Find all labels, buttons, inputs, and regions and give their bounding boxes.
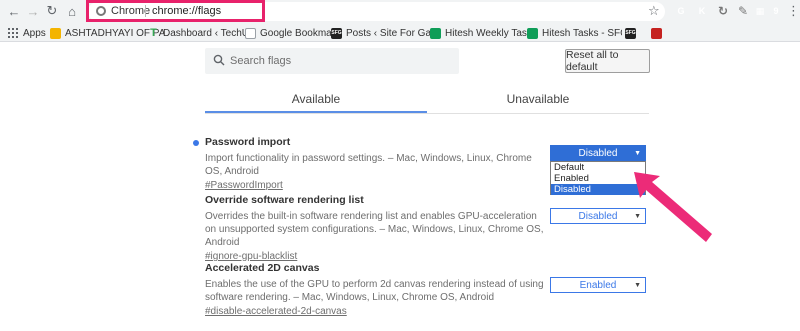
- search-icon: [213, 54, 225, 66]
- tab-unavailable[interactable]: Unavailable: [427, 85, 649, 112]
- sfg-icon: SFG: [331, 27, 342, 39]
- flag-select-password-import[interactable]: Disabled ▼: [550, 145, 646, 161]
- flag-accelerated-2d-canvas: Accelerated 2D canvas Enables the use of…: [205, 262, 545, 318]
- tab-available[interactable]: Available: [205, 85, 427, 112]
- sync-extension-icon[interactable]: ↻: [716, 4, 730, 18]
- flag-link[interactable]: #disable-accelerated-2d-canvas: [205, 305, 545, 318]
- search-placeholder: Search flags: [230, 55, 292, 67]
- select-value: Enabled: [579, 279, 617, 291]
- pen-extension-icon[interactable]: ✎: [736, 4, 750, 18]
- nine-extension-icon[interactable]: 9: [769, 4, 783, 18]
- sheet-icon: [430, 27, 441, 39]
- bookmark-google[interactable]: Google Bookmark: [245, 26, 345, 40]
- t-icon: T: [150, 27, 157, 39]
- bookmark-label: Hitesh Tasks - SFG -: [542, 27, 622, 39]
- bookmark-label: Dashboard ‹ TechUnt: [163, 27, 248, 39]
- dropdown-caret-icon: ▼: [634, 281, 641, 289]
- flag-title: Accelerated 2D canvas: [205, 262, 320, 274]
- reload-icon[interactable]: ↻: [44, 3, 60, 19]
- dropdown-caret-icon: ▼: [634, 149, 641, 157]
- flag-description: Enables the use of the GPU to perform 2d…: [205, 279, 544, 303]
- k-extension-icon[interactable]: K: [695, 4, 709, 18]
- doc-icon: [245, 27, 256, 39]
- modified-indicator: [193, 140, 199, 146]
- sheet-icon: [527, 27, 538, 39]
- pointer-arrow-icon: [634, 172, 712, 242]
- flag-override-software-rendering: Override software rendering list Overrid…: [205, 194, 545, 263]
- bookmark-qr[interactable]: [651, 26, 666, 40]
- flag-title: Override software rendering list: [205, 194, 364, 206]
- bookmark-apps[interactable]: Apps: [8, 26, 46, 40]
- menu-dots-icon[interactable]: ⋮: [787, 3, 800, 19]
- qr-icon: [651, 27, 662, 39]
- bookmark-dashboard[interactable]: T Dashboard ‹ TechUnt: [148, 26, 248, 40]
- flag-description: Overrides the built-in software renderin…: [205, 211, 544, 248]
- flag-password-import: Password import Import functionality in …: [205, 136, 545, 192]
- select-value: Disabled: [578, 147, 618, 159]
- home-icon[interactable]: ⌂: [64, 3, 80, 19]
- bookmark-label: Hitesh Weekly Tasks: [445, 27, 530, 39]
- forward-arrow-icon[interactable]: →: [25, 3, 41, 19]
- bookmark-label: Posts ‹ Site For Game: [346, 27, 431, 39]
- url-highlight-box: [86, 0, 265, 22]
- bookmark-ashtadhyayi[interactable]: ASHTADHYAYI OF PA: [50, 26, 164, 40]
- flag-link[interactable]: #PasswordImport: [205, 179, 545, 192]
- bookmark-posts[interactable]: SFG Posts ‹ Site For Game: [331, 26, 431, 40]
- tabs-divider: [205, 113, 649, 114]
- flag-description: Import functionality in password setting…: [205, 153, 532, 177]
- folder-icon: [50, 27, 61, 39]
- sfg-icon: SFG: [625, 27, 636, 39]
- back-arrow-icon[interactable]: ←: [6, 3, 22, 19]
- bookmark-tasks-sfg[interactable]: Hitesh Tasks - SFG -: [527, 26, 622, 40]
- bookmark-sfg[interactable]: SFG: [625, 26, 640, 40]
- grid-extension-icon[interactable]: ▦: [753, 4, 767, 18]
- reset-all-button[interactable]: Reset all to default: [565, 49, 650, 73]
- grammarly-icon[interactable]: G: [674, 4, 688, 18]
- flag-select-accelerated-canvas[interactable]: Enabled ▼: [550, 277, 646, 293]
- bookmark-weekly-tasks[interactable]: Hitesh Weekly Tasks: [430, 26, 530, 40]
- bookmarks-bar: Apps ASHTADHYAYI OF PA T Dashboard ‹ Tec…: [0, 23, 800, 42]
- bookmark-label: Google Bookmark: [260, 27, 341, 39]
- flag-title: Password import: [205, 136, 291, 148]
- select-value: Disabled: [578, 210, 618, 222]
- apps-icon: [8, 28, 18, 38]
- bookmark-label: Apps: [23, 27, 46, 39]
- bookmark-star-icon[interactable]: ☆: [648, 3, 660, 19]
